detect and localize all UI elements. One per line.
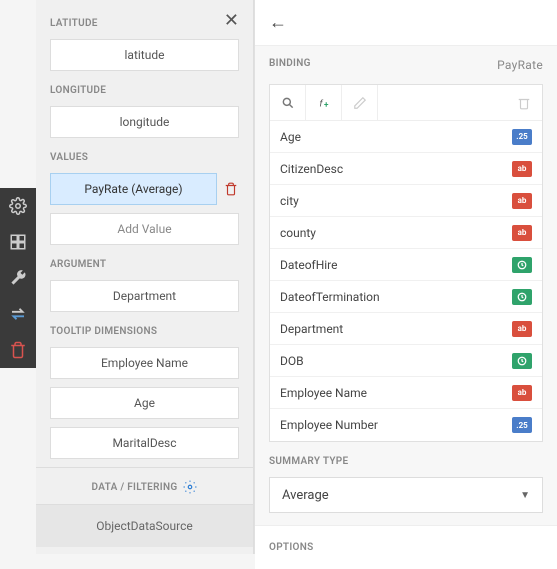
field-name: DateofTermination xyxy=(280,290,380,304)
latitude-field[interactable]: latitude xyxy=(50,39,239,71)
type-badge xyxy=(512,289,532,305)
value-field-selected[interactable]: PayRate (Average) xyxy=(50,173,217,205)
field-row[interactable]: CitizenDesc ab xyxy=(270,153,542,185)
field-name: county xyxy=(280,226,316,240)
type-badge: ab xyxy=(512,161,532,177)
type-badge xyxy=(512,353,532,369)
config-panel: ✕ LATITUDE latitude LONGITUDE longitude … xyxy=(36,0,254,554)
svg-text:f: f xyxy=(319,98,323,109)
field-name: Department xyxy=(280,322,343,336)
type-badge: ab xyxy=(512,225,532,241)
field-name: Employee Name xyxy=(280,386,367,400)
tooltip-header: TOOLTIP DIMENSIONS xyxy=(50,326,239,337)
close-icon[interactable]: ✕ xyxy=(224,10,239,31)
field-row[interactable]: DateofHire xyxy=(270,249,542,281)
field-row[interactable]: Employee Number .25 xyxy=(270,409,542,441)
left-toolbar xyxy=(0,188,36,368)
trash-icon[interactable] xyxy=(0,332,36,368)
field-name: Age xyxy=(280,130,301,144)
type-badge: ab xyxy=(512,321,532,337)
type-badge: ab xyxy=(512,193,532,209)
binding-panel: ← BINDING PayRate f+ Age .25 CitizenDesc ab… xyxy=(254,0,557,554)
gear-icon xyxy=(183,480,197,494)
type-badge: .25 xyxy=(512,417,532,433)
field-row[interactable]: DOB xyxy=(270,345,542,377)
tooltip-field[interactable]: Employee Name xyxy=(50,347,239,379)
summary-type-select[interactable]: Average ▼ xyxy=(269,477,543,513)
datasource-bar[interactable]: ObjectDataSource xyxy=(36,504,253,547)
field-name: city xyxy=(280,194,299,208)
field-row[interactable]: county ab xyxy=(270,217,542,249)
data-filtering-link[interactable]: DATA / FILTERING xyxy=(36,467,253,504)
values-header: VALUES xyxy=(50,152,239,163)
options-header: OPTIONS xyxy=(255,526,557,569)
latitude-header: LATITUDE xyxy=(50,18,239,29)
type-badge: ab xyxy=(512,385,532,401)
gear-icon[interactable] xyxy=(0,188,36,224)
field-name: CitizenDesc xyxy=(280,162,343,176)
field-name: DOB xyxy=(280,354,304,368)
binding-label: BINDING xyxy=(269,58,311,72)
wrench-icon[interactable] xyxy=(0,260,36,296)
field-row[interactable]: Department ab xyxy=(270,313,542,345)
delete-field-icon xyxy=(506,96,542,110)
field-name: DateofHire xyxy=(280,258,338,272)
search-icon[interactable] xyxy=(270,85,306,121)
add-value-button[interactable]: Add Value xyxy=(50,213,239,245)
field-row[interactable]: Employee Name ab xyxy=(270,377,542,409)
swap-icon[interactable] xyxy=(0,296,36,332)
tooltip-field[interactable]: Age xyxy=(50,387,239,419)
layout-icon[interactable] xyxy=(0,224,36,260)
field-name: Employee Number xyxy=(280,418,378,432)
remove-value-icon[interactable] xyxy=(223,182,239,196)
field-row[interactable]: DateofTermination xyxy=(270,281,542,313)
edit-icon xyxy=(342,85,378,121)
longitude-field[interactable]: longitude xyxy=(50,106,239,138)
summary-type-header: SUMMARY TYPE xyxy=(269,456,543,467)
field-row[interactable]: Age .25 xyxy=(270,121,542,153)
argument-field[interactable]: Department xyxy=(50,280,239,312)
chevron-down-icon: ▼ xyxy=(520,490,530,501)
tooltip-field[interactable]: MaritalDesc xyxy=(50,427,239,459)
argument-header: ARGUMENT xyxy=(50,259,239,270)
type-badge xyxy=(512,257,532,273)
svg-text:+: + xyxy=(324,99,329,109)
longitude-header: LONGITUDE xyxy=(50,85,239,96)
back-arrow-icon[interactable]: ← xyxy=(269,12,287,33)
formula-icon[interactable]: f+ xyxy=(306,85,342,121)
field-row[interactable]: city ab xyxy=(270,185,542,217)
binding-value: PayRate xyxy=(497,58,543,72)
field-list: f+ Age .25 CitizenDesc ab city ab county ab Date… xyxy=(269,84,543,442)
type-badge: .25 xyxy=(512,129,532,145)
